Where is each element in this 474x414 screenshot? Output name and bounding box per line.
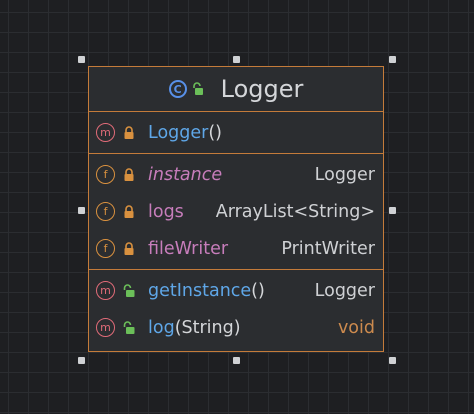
private-lock-icon [124,204,134,218]
method-name: log(String) [148,317,241,338]
private-lock-icon [124,167,134,181]
method-row-getinstance[interactable]: m getInstance() Logger [89,272,383,309]
private-lock-icon [124,241,134,255]
field-name: fileWriter [148,238,229,259]
resize-handle-bottom-right[interactable] [389,357,396,364]
methods-section: m getInstance() Logger m log(String) voi… [89,270,383,348]
public-unlock-icon [123,283,135,297]
method-badge-icon: m [96,281,115,300]
method-return-type: Logger [314,280,375,301]
method-name: getInstance() [148,280,265,301]
field-name: instance [148,164,223,185]
field-badge-icon: f [96,202,115,221]
class-c-icon: C [168,80,187,98]
public-unlock-icon [123,320,135,334]
field-type: ArrayList<String> [215,201,375,222]
resize-handle-top-right[interactable] [389,56,396,63]
resize-handle-top-left[interactable] [78,56,85,63]
field-type: Logger [314,164,375,185]
field-row-instance[interactable]: f instance Logger [89,156,383,193]
fields-section: f instance Logger f logs ArrayList<Strin… [89,154,383,270]
unlock-icon [192,82,203,95]
field-badge-icon: f [96,165,115,184]
field-row-filewriter[interactable]: f fileWriter PrintWriter [89,230,383,267]
private-lock-icon [124,125,134,139]
method-badge-icon: m [96,123,115,142]
method-badge-icon: m [96,318,115,337]
resize-handle-bottom-left[interactable] [78,357,85,364]
resize-handle-top[interactable] [233,56,240,63]
method-row-log[interactable]: m log(String) void [89,309,383,346]
field-row-logs[interactable]: f logs ArrayList<String> [89,193,383,230]
resize-handle-left[interactable] [78,207,85,214]
field-name: logs [148,201,184,222]
class-name: Logger [220,75,304,103]
uml-class-box[interactable]: C Logger m Logger() f instance Logger f … [88,66,384,352]
field-badge-icon: f [96,239,115,258]
resize-handle-bottom[interactable] [233,357,240,364]
constructor-row[interactable]: m Logger() [89,114,383,151]
constructor-name: Logger() [148,122,222,143]
class-header: C Logger [89,67,383,112]
field-type: PrintWriter [281,238,375,259]
resize-handle-right[interactable] [389,207,396,214]
constructors-section: m Logger() [89,112,383,154]
method-return-type: void [337,317,375,338]
